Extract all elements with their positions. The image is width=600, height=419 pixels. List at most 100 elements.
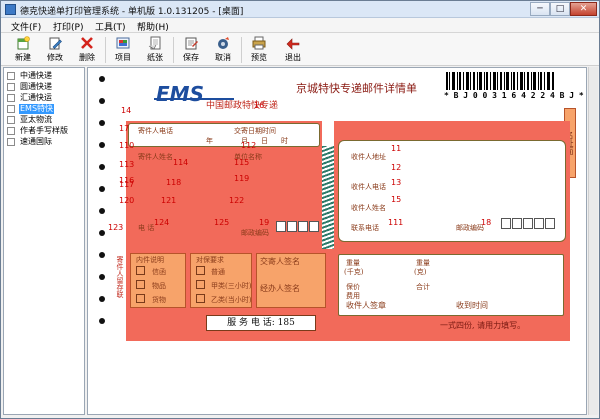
exit-label: 退出	[285, 53, 301, 62]
tree-item-label: 亚太物流	[20, 115, 52, 124]
receiver-name-label: 收件人姓名	[351, 204, 386, 212]
perforation-hole	[99, 164, 105, 170]
form-title: 京城特快专递邮件详情单	[296, 82, 417, 95]
menu-tools[interactable]: 工具(T)	[93, 19, 128, 34]
item-checkbox[interactable]	[136, 280, 145, 289]
tree-item-label: 圆通快递	[20, 82, 52, 91]
menu-file[interactable]: 文件(F)	[9, 19, 43, 34]
checkbox[interactable]	[7, 105, 15, 113]
postcode-digit-box[interactable]	[298, 221, 308, 232]
tree-item-label: 作者手写样版	[20, 126, 68, 135]
checkbox[interactable]	[7, 72, 15, 80]
edit-button[interactable]: 修改	[41, 35, 69, 65]
a-class-checkbox[interactable]	[196, 280, 205, 289]
barcode-number: * B J 0 0 3 1 6 4 2 2 4 B J *	[444, 91, 584, 100]
template-tree: 中通快递 圆通快递 汇通快运 EMS特快 亚太物流 作者手写样版 速通国际	[3, 67, 85, 415]
field-number: 110	[119, 141, 135, 150]
checkbox[interactable]	[7, 127, 15, 135]
doc-checkbox[interactable]	[136, 266, 145, 275]
menu-print[interactable]: 打印(P)	[51, 19, 85, 34]
postcode-digit-box[interactable]	[276, 221, 286, 232]
checkbox[interactable]	[7, 83, 15, 91]
field-number: 125	[214, 218, 230, 227]
side-cn-label: 寄件人留存联	[116, 256, 124, 298]
tree-item-label: EMS特快	[19, 104, 55, 114]
exit-icon	[286, 38, 300, 50]
postcode-digit-box[interactable]	[287, 221, 297, 232]
close-button[interactable]: ✕	[570, 2, 597, 16]
perforation-strip-left	[88, 68, 116, 348]
handler-sign-label: 经办人签名	[260, 284, 300, 293]
field-number: 124	[154, 218, 170, 227]
delete-button[interactable]: 删除	[73, 35, 101, 65]
sender-sign-label: 交寄人签名	[260, 257, 300, 266]
edit-label: 修改	[47, 53, 63, 62]
window-title: 德克快递单打印管理系统 - 单机版 1.0.131205 - [桌面]	[20, 7, 244, 17]
app-icon	[5, 4, 16, 15]
field-number: 115	[234, 158, 250, 167]
delete-label: 删除	[79, 53, 95, 62]
paper-icon	[148, 36, 161, 50]
normal-checkbox[interactable]	[196, 266, 205, 275]
postcode-digit-box[interactable]	[545, 218, 555, 229]
preview-canvas[interactable]: 14 EMS 中国邮政特快专递 16 京城特快专递邮件详情单 * B J 0 0…	[87, 67, 587, 415]
field-number: 113	[119, 160, 135, 169]
field-number: 117	[119, 180, 135, 189]
field-number: 122	[229, 196, 245, 205]
postcode-digit-box[interactable]	[501, 218, 511, 229]
sender-phone-label: 寄件人电话	[138, 127, 173, 135]
edit-icon	[49, 37, 62, 50]
cancel-button[interactable]: 取消	[209, 35, 237, 65]
perforation-hole	[99, 208, 105, 214]
new-button[interactable]: 新建	[9, 35, 37, 65]
field-number: 11	[391, 144, 402, 153]
a-class-label: 甲类(三小时)	[211, 282, 252, 290]
postcode-digit-box[interactable]	[309, 221, 319, 232]
ems-logo: EMS	[156, 82, 204, 106]
menu-help[interactable]: 帮助(H)	[135, 19, 171, 34]
footer-note: 一式四份, 请用力填写。	[440, 321, 526, 330]
postcode-digit-box[interactable]	[512, 218, 522, 229]
field-number: 121	[161, 196, 177, 205]
send-date-label: 交寄日期时间	[234, 127, 276, 135]
perforation-hole	[99, 318, 105, 324]
field-number: 15	[391, 195, 402, 204]
checkbox[interactable]	[7, 116, 15, 124]
tree-item-label: 汇通快运	[20, 93, 52, 102]
project-button[interactable]: 项目	[109, 35, 137, 65]
paper-label: 纸张	[147, 53, 163, 62]
field-number: 118	[166, 178, 182, 187]
save-icon	[185, 37, 198, 50]
save-button[interactable]: 保存	[177, 35, 205, 65]
maximize-button[interactable]: □	[550, 2, 570, 16]
checkbox[interactable]	[7, 138, 15, 146]
receiver-postcode-label: 邮政编码	[456, 224, 484, 232]
perforation-hole	[99, 230, 105, 236]
field-number: 16	[254, 101, 265, 110]
postcode-digit-box[interactable]	[523, 218, 533, 229]
preview-button[interactable]: 预览	[245, 35, 273, 65]
receiver-address-label: 收件人地址	[351, 153, 386, 161]
sender-name-label: 寄件人姓名	[138, 153, 173, 161]
minimize-button[interactable]: ─	[530, 2, 550, 16]
service-phone-box: 服 务 电 话: 185	[206, 315, 316, 331]
perforation-hole	[99, 76, 105, 82]
vertical-scrollbar[interactable]	[588, 67, 598, 415]
exit-button[interactable]: 退出	[279, 35, 307, 65]
checkbox[interactable]	[7, 94, 15, 102]
title-bar[interactable]: 德克快递单打印管理系统 - 单机版 1.0.131205 - [桌面] ─ □ …	[1, 1, 599, 18]
tree-item-label: 中通快递	[20, 71, 52, 80]
tree-item-label: 速通国际	[20, 137, 52, 146]
postcode-digit-box[interactable]	[534, 218, 544, 229]
field-number: 14	[121, 106, 132, 115]
new-label: 新建	[15, 53, 31, 62]
b-class-checkbox[interactable]	[196, 294, 205, 303]
preview-label: 预览	[251, 53, 267, 62]
cancel-label: 取消	[215, 53, 231, 62]
receiver-phone-label: 收件人电话	[351, 183, 386, 191]
paper-button[interactable]: 纸张	[141, 35, 169, 65]
field-number: 114	[173, 158, 189, 167]
toolbar: 新建 修改 删除 项目 纸张 保存 取消 预览 退出	[1, 33, 599, 66]
goods-checkbox[interactable]	[136, 294, 145, 303]
field-number: 112	[241, 141, 257, 150]
